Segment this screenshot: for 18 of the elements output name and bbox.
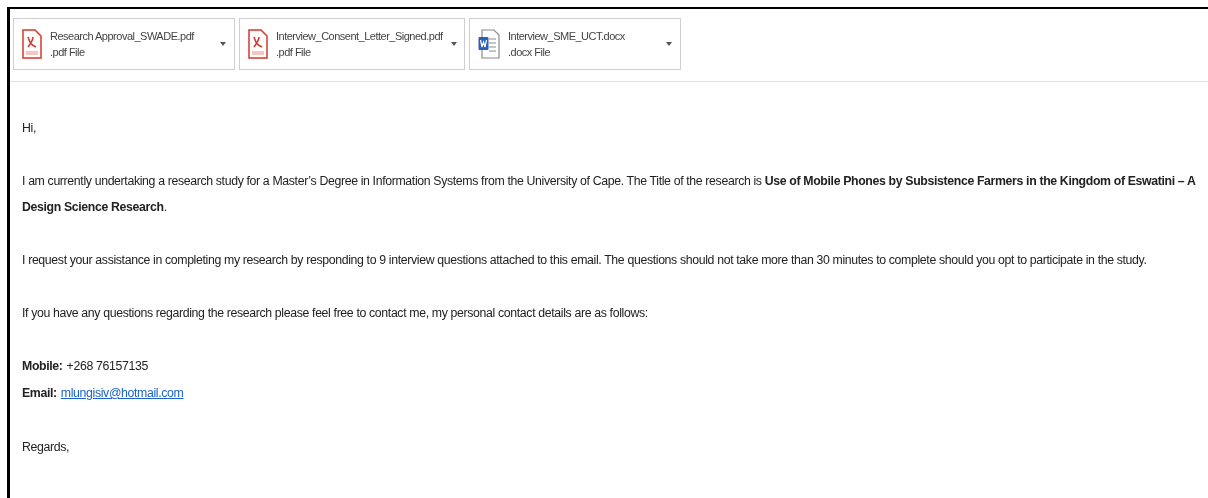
attachment-chip[interactable]: Research Approval_SWADE.pdf .pdf File [13, 18, 235, 70]
body-paragraph: I am currently undertaking a research study for a Master’s Degree in Information Systems from the University of Cape. The Title of the research is Use of Mobile Phones by Subsistence Farmers in the Kingdom of Eswatini – A Design Science Research. [22, 173, 1197, 216]
file-type: .pdf File [50, 46, 86, 58]
email-link[interactable]: mlungisiv@hotmail.com [60, 380, 184, 407]
attachment-chip[interactable]: Interview_SME_UCT.docx .docx File [469, 18, 681, 70]
contact-label: Mobile: [22, 358, 63, 375]
body-paragraph: I request your assistance in completing my research by responding to 9 interview questions attached to this email. The questions should not take more than 30 minutes to complete should you opt to participate in the study. [22, 252, 1148, 269]
phone-number: +268 76157135 [66, 358, 148, 375]
contact-label: Email: [22, 385, 57, 402]
body-paragraph: If you have any questions regarding the research please feel free to contact me, my personal contact details are as follows: [22, 305, 649, 322]
attachment-chip[interactable]: Interview_Consent_Letter_Signed.pdf .pdf File [239, 18, 465, 70]
file-type: .pdf File [276, 46, 312, 58]
file-name: Interview_Consent_Letter_Signed.pdf [276, 30, 443, 42]
file-type: .docx File [508, 46, 552, 58]
file-name: Research Approval_SWADE.pdf [50, 30, 196, 42]
closing-text: Regards, [22, 439, 71, 456]
file-name: Interview_SME_UCT.docx [508, 30, 626, 42]
greeting-text: Hi, [22, 120, 37, 137]
